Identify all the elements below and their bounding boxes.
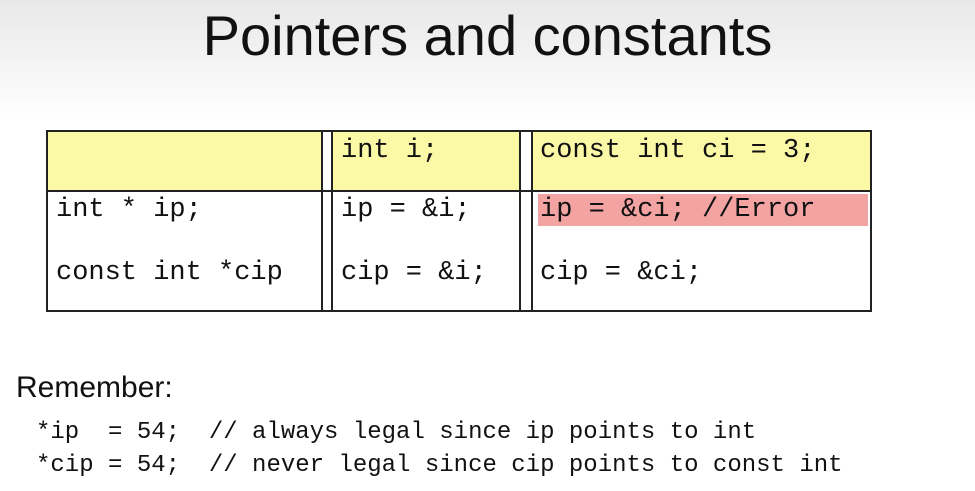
row-label: const int *cip	[56, 258, 283, 288]
pointer-const-table: int i; const int ci = 3; int * ip; ip = …	[46, 130, 872, 312]
header-divider	[48, 190, 870, 192]
remember-heading: Remember:	[16, 371, 173, 404]
column-divider	[531, 132, 533, 310]
header-label: const int ci = 3;	[540, 136, 816, 166]
table-cell: cip = &ci;	[540, 258, 703, 288]
column-divider	[519, 132, 521, 310]
column-divider	[331, 132, 333, 310]
row-label: int * ip;	[56, 195, 202, 225]
slide-title: Pointers and constants	[202, 4, 773, 67]
code-line: *ip = 54; // always legal since ip point…	[36, 419, 757, 446]
header-cell-empty	[48, 132, 323, 190]
table-cell: cip = &i;	[341, 258, 487, 288]
header-label: int i;	[341, 136, 439, 166]
table-cell-error: ip = &ci; //Error	[540, 195, 816, 225]
table-cell: ip = &i;	[341, 195, 471, 225]
column-divider	[321, 132, 323, 310]
code-line: *cip = 54; // never legal since cip poin…	[36, 452, 843, 479]
